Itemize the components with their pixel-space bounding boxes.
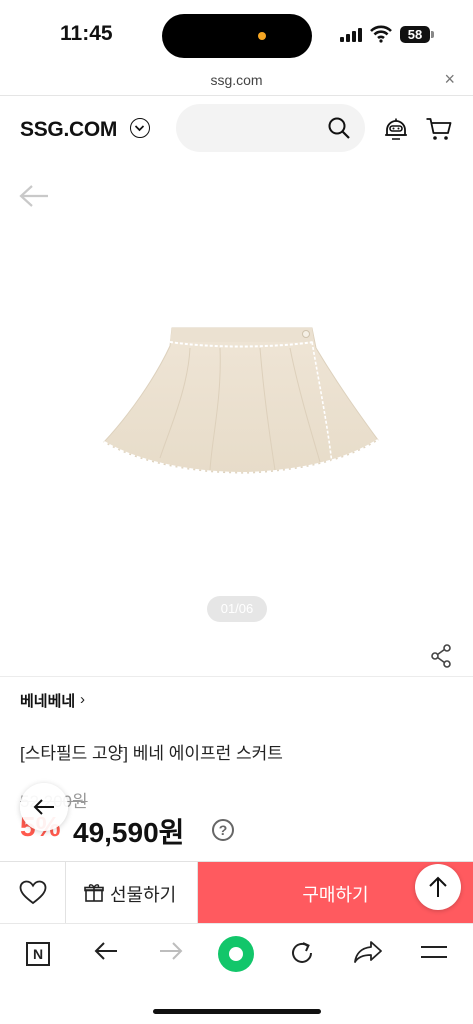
clock: 11:45: [60, 22, 113, 45]
share-forward-icon[interactable]: [353, 940, 383, 964]
battery-indicator: 58: [400, 26, 434, 43]
brand-link[interactable]: 베네베네: [20, 690, 75, 711]
scroll-to-top-button[interactable]: [415, 864, 461, 910]
product-title: [스타필드 고양] 베네 에이프런 스커트: [20, 744, 283, 763]
url-text[interactable]: ssg.com: [0, 72, 473, 88]
heart-icon: [19, 880, 47, 905]
help-icon[interactable]: ?: [212, 819, 234, 841]
signal-icon: [340, 28, 362, 42]
gift-label: 선물하기: [110, 885, 177, 905]
search-icon[interactable]: [327, 116, 351, 140]
gift-icon: [84, 884, 104, 902]
purchase-bar: 선물하기 구매하기: [0, 861, 473, 923]
chatbot-icon[interactable]: [383, 116, 409, 142]
chevron-down-icon[interactable]: [130, 118, 150, 138]
product-image[interactable]: [100, 318, 380, 483]
dynamic-island: [162, 14, 312, 58]
cart-icon[interactable]: [425, 116, 453, 142]
arrow-up-icon: [429, 876, 447, 897]
back-arrow-icon[interactable]: [18, 182, 50, 210]
floating-back-button[interactable]: [20, 783, 68, 831]
share-icon[interactable]: [430, 644, 452, 668]
chevron-right-icon[interactable]: ›: [80, 691, 85, 708]
site-header: SSG.COM: [0, 96, 473, 162]
menu-icon[interactable]: [420, 944, 448, 960]
back-icon[interactable]: [93, 940, 119, 962]
divider: [0, 676, 473, 677]
sale-price: 49,590원: [73, 817, 185, 848]
forward-icon[interactable]: [158, 940, 184, 962]
wishlist-button[interactable]: [0, 862, 66, 923]
green-dot-icon[interactable]: [218, 936, 254, 972]
naver-n-icon[interactable]: N: [26, 942, 50, 966]
home-indicator: [153, 1009, 321, 1014]
wifi-icon: [370, 25, 392, 43]
gift-button[interactable]: 선물하기: [66, 862, 198, 923]
image-page-indicator: 01/06: [207, 596, 267, 622]
status-bar: 11:45 58: [0, 0, 473, 66]
browser-url-bar[interactable]: ssg.com ×: [0, 66, 473, 96]
ssg-logo[interactable]: SSG.COM: [20, 118, 117, 142]
search-input[interactable]: [176, 104, 365, 152]
close-icon[interactable]: ×: [444, 69, 455, 90]
refresh-icon[interactable]: [289, 940, 315, 966]
arrow-left-icon: [33, 799, 54, 815]
